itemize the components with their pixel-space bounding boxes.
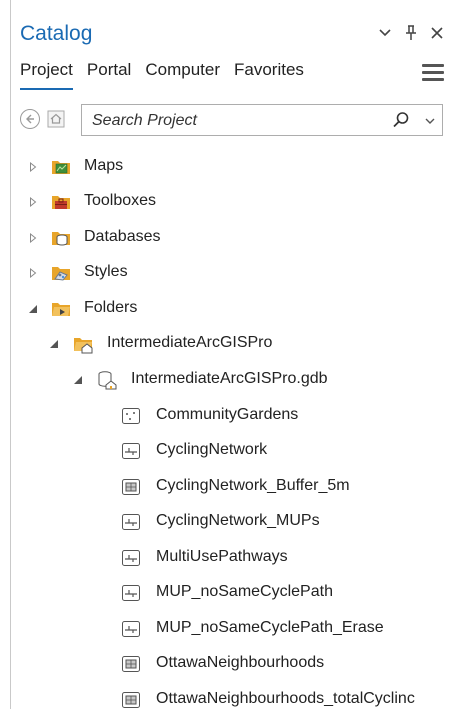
tree-item-folders[interactable]: Folders <box>11 294 449 324</box>
search-icon <box>393 112 409 128</box>
tree-item-label: OttawaNeighbourhoods_totalCyclinc <box>156 690 415 707</box>
chevron-down-icon <box>425 118 435 124</box>
line-feature-class-icon <box>122 621 140 637</box>
tree-item-label: Databases <box>84 228 161 245</box>
pane-title: Catalog <box>20 22 93 45</box>
search-row <box>11 102 449 136</box>
hamburger-menu-button[interactable] <box>422 64 444 82</box>
search-box <box>81 104 443 136</box>
tree-item-label: IntermediateArcGISPro <box>107 334 273 351</box>
point-feature-class-icon <box>122 408 140 424</box>
options-dropdown-button[interactable] <box>378 24 392 42</box>
pin-icon <box>406 25 416 40</box>
tree-item-label: CyclingNetwork_Buffer_5m <box>156 477 350 494</box>
tree-item-label: CyclingNetwork_MUPs <box>156 512 320 529</box>
tree-item-feature-class[interactable]: CyclingNetwork <box>11 436 449 466</box>
tree-item-label: CommunityGardens <box>156 406 299 423</box>
polygon-feature-class-icon <box>122 656 140 672</box>
tree-item-label: OttawaNeighbourhoods <box>156 654 325 671</box>
tree-item-feature-class[interactable]: CyclingNetwork_Buffer_5m <box>11 472 449 502</box>
back-button[interactable] <box>20 109 40 129</box>
collapse-arrow-icon <box>29 305 37 313</box>
pin-button[interactable] <box>404 24 418 42</box>
search-options-dropdown[interactable] <box>424 114 436 126</box>
tab-portal[interactable]: Portal <box>87 60 131 90</box>
tree-item-styles[interactable]: Styles <box>11 258 449 288</box>
tree-item-label: MultiUsePathways <box>156 548 288 565</box>
close-icon <box>431 27 443 39</box>
collapse-arrow-icon <box>74 376 82 384</box>
collapse-arrow-icon <box>50 340 58 348</box>
styles-folder-icon <box>52 267 70 281</box>
catalog-pane: Catalog Project Portal Computer Favorite… <box>10 0 449 709</box>
tree-item-label: Maps <box>84 157 124 174</box>
pane-titlebar: Catalog <box>11 18 449 52</box>
tab-favorites[interactable]: Favorites <box>234 60 304 90</box>
tree-item-label: Styles <box>84 263 128 280</box>
geodatabase-icon <box>98 371 117 390</box>
tree-item-project-folder[interactable]: IntermediateArcGISPro <box>11 329 449 359</box>
tree-item-label: CyclingNetwork <box>156 441 268 458</box>
tree-item-label: MUP_noSameCyclePath_Erase <box>156 619 384 636</box>
project-home-button[interactable] <box>47 110 65 128</box>
tree-item-feature-class[interactable]: MUP_noSameCyclePath <box>11 578 449 608</box>
tree-item-label: MUP_noSameCyclePath <box>156 583 333 600</box>
tree-item-geodatabase[interactable]: IntermediateArcGISPro.gdb <box>11 365 449 395</box>
search-button[interactable] <box>392 111 410 129</box>
tree-item-feature-class[interactable]: MUP_noSameCyclePath_Erase <box>11 614 449 644</box>
database-folder-icon <box>52 232 70 246</box>
tree-item-feature-class[interactable]: CommunityGardens <box>11 401 449 431</box>
tree-item-feature-class[interactable]: OttawaNeighbourhoods_totalCyclinc <box>11 685 449 709</box>
tree-item-feature-class[interactable]: OttawaNeighbourhoods <box>11 649 449 679</box>
chevron-down-icon <box>379 29 391 37</box>
polygon-feature-class-icon <box>122 479 140 495</box>
tree-item-label: Toolboxes <box>84 192 157 209</box>
tree-item-feature-class[interactable]: MultiUsePathways <box>11 543 449 573</box>
pane-controls <box>378 24 444 42</box>
tree-item-label: Folders <box>84 299 138 316</box>
tree-item-toolboxes[interactable]: Toolboxes <box>11 187 449 217</box>
tree-item-label: IntermediateArcGISPro.gdb <box>131 370 328 387</box>
toolbox-folder-icon <box>52 196 70 209</box>
tab-computer[interactable]: Computer <box>145 60 220 90</box>
line-feature-class-icon <box>122 514 140 530</box>
home-folder-icon <box>74 338 93 354</box>
home-icon <box>47 110 65 128</box>
folders-icon <box>52 303 70 316</box>
close-button[interactable] <box>430 24 444 42</box>
catalog-tabs: Project Portal Computer Favorites <box>20 60 304 90</box>
line-feature-class-icon <box>122 443 140 459</box>
line-feature-class-icon <box>122 585 140 601</box>
tree-item-databases[interactable]: Databases <box>11 223 449 253</box>
maps-folder-icon <box>52 161 70 174</box>
hamburger-icon <box>422 64 444 67</box>
tree-item-maps[interactable]: Maps <box>11 152 449 182</box>
polygon-feature-class-icon <box>122 692 140 708</box>
expand-arrow-icon <box>30 162 37 172</box>
line-feature-class-icon <box>122 550 140 566</box>
tree-item-feature-class[interactable]: CyclingNetwork_MUPs <box>11 507 449 537</box>
arrow-left-icon <box>26 114 34 124</box>
tab-project[interactable]: Project <box>20 60 73 90</box>
search-input[interactable] <box>90 109 384 133</box>
expand-arrow-icon <box>30 233 37 243</box>
expand-arrow-icon <box>30 197 37 207</box>
expand-arrow-icon <box>30 268 37 278</box>
